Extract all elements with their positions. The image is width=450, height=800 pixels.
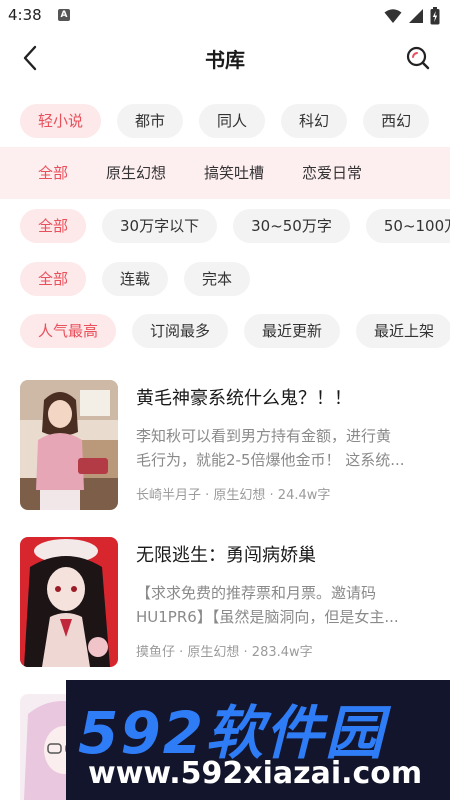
- word-count-chip[interactable]: 全部: [20, 209, 87, 243]
- app-bar: 书库: [0, 32, 450, 84]
- word-count-filter-row: 全部 30万字以下 30~50万字 50~100万: [0, 204, 450, 248]
- sort-chip[interactable]: 最近更新: [244, 314, 341, 348]
- book-cover: [20, 537, 118, 667]
- book-cover: [20, 380, 118, 510]
- book-title: 无限逃生：勇闯病娇巢: [136, 545, 316, 566]
- book-meta: 长崎半月子 · 原生幻想 · 24.4w字: [136, 488, 331, 503]
- book-title: 黄毛神豪系统什么鬼？！！: [136, 388, 352, 409]
- sort-filter-row: 人气最高 订阅最多 最近更新 最近上架: [0, 309, 450, 353]
- cover-illustration: [20, 380, 118, 510]
- subgenre-item[interactable]: 全部: [38, 147, 68, 199]
- status-filter-row: 全部 连载 完本: [0, 257, 450, 301]
- word-count-chip[interactable]: 30~50万字: [233, 209, 350, 243]
- status-bar: 4:38 A: [0, 0, 450, 32]
- book-description-line: 李知秋可以看到男方持有金额，进行黄: [136, 427, 392, 445]
- wifi-icon: [384, 9, 402, 23]
- signal-icon: [409, 9, 423, 23]
- status-icons: [384, 7, 440, 25]
- subgenre-filter-row: 全部 原生幻想 搞笑吐槽 恋爱日常: [0, 147, 450, 199]
- status-chip[interactable]: 完本: [184, 262, 251, 296]
- page-title: 书库: [205, 48, 245, 72]
- book-item[interactable]: 黄毛神豪系统什么鬼？！！ 李知秋可以看到男方持有金额，进行黄 毛行为，就能2-5…: [0, 380, 450, 512]
- book-description: 【求求免费的推荐票和月票。邀请码 HU1PR6】【虽然是脑洞向，但是女主...: [136, 581, 424, 629]
- book-item[interactable]: 无限逃生：勇闯病娇巢 【求求免费的推荐票和月票。邀请码 HU1PR6】【虽然是脑…: [0, 537, 450, 669]
- word-count-chip[interactable]: 30万字以下: [102, 209, 218, 243]
- search-icon: [406, 46, 430, 70]
- sort-chip[interactable]: 人气最高: [20, 314, 117, 348]
- search-button[interactable]: [402, 42, 434, 74]
- subgenre-item[interactable]: 恋爱日常: [302, 147, 362, 199]
- genre-chip[interactable]: 西幻: [363, 104, 430, 138]
- genre-chip[interactable]: 轻小说: [20, 104, 102, 138]
- book-description-line: 毛行为，就能2-5倍爆他金币！ 这系统...: [136, 451, 405, 469]
- status-chip[interactable]: 全部: [20, 262, 87, 296]
- notification-a-icon: A: [58, 9, 70, 21]
- watermark-url: www.592xiazai.com: [88, 756, 423, 791]
- book-description-line: HU1PR6】【虽然是脑洞向，但是女主...: [136, 608, 399, 626]
- battery-icon: [430, 7, 440, 25]
- status-chip[interactable]: 连载: [102, 262, 169, 296]
- subgenre-item[interactable]: 原生幻想: [106, 147, 166, 199]
- book-description-line: 【求求免费的推荐票和月票。邀请码: [136, 584, 377, 602]
- sort-chip[interactable]: 订阅最多: [132, 314, 229, 348]
- watermark-banner: 592软件园 www.592xiazai.com: [66, 680, 450, 800]
- status-time: 4:38: [8, 6, 42, 24]
- word-count-chip[interactable]: 50~100万: [365, 209, 450, 243]
- book-description: 李知秋可以看到男方持有金额，进行黄 毛行为，就能2-5倍爆他金币！ 这系统...: [136, 424, 424, 472]
- genre-chip[interactable]: 同人: [199, 104, 266, 138]
- genre-filter-row: 轻小说 都市 同人 科幻 西幻: [0, 99, 450, 143]
- subgenre-item[interactable]: 搞笑吐槽: [204, 147, 264, 199]
- cover-illustration: [20, 537, 118, 667]
- book-meta: 摸鱼仔 · 原生幻想 · 283.4w字: [136, 645, 313, 660]
- genre-chip[interactable]: 科幻: [281, 104, 348, 138]
- sort-chip[interactable]: 最近上架: [356, 314, 450, 348]
- genre-chip[interactable]: 都市: [117, 104, 184, 138]
